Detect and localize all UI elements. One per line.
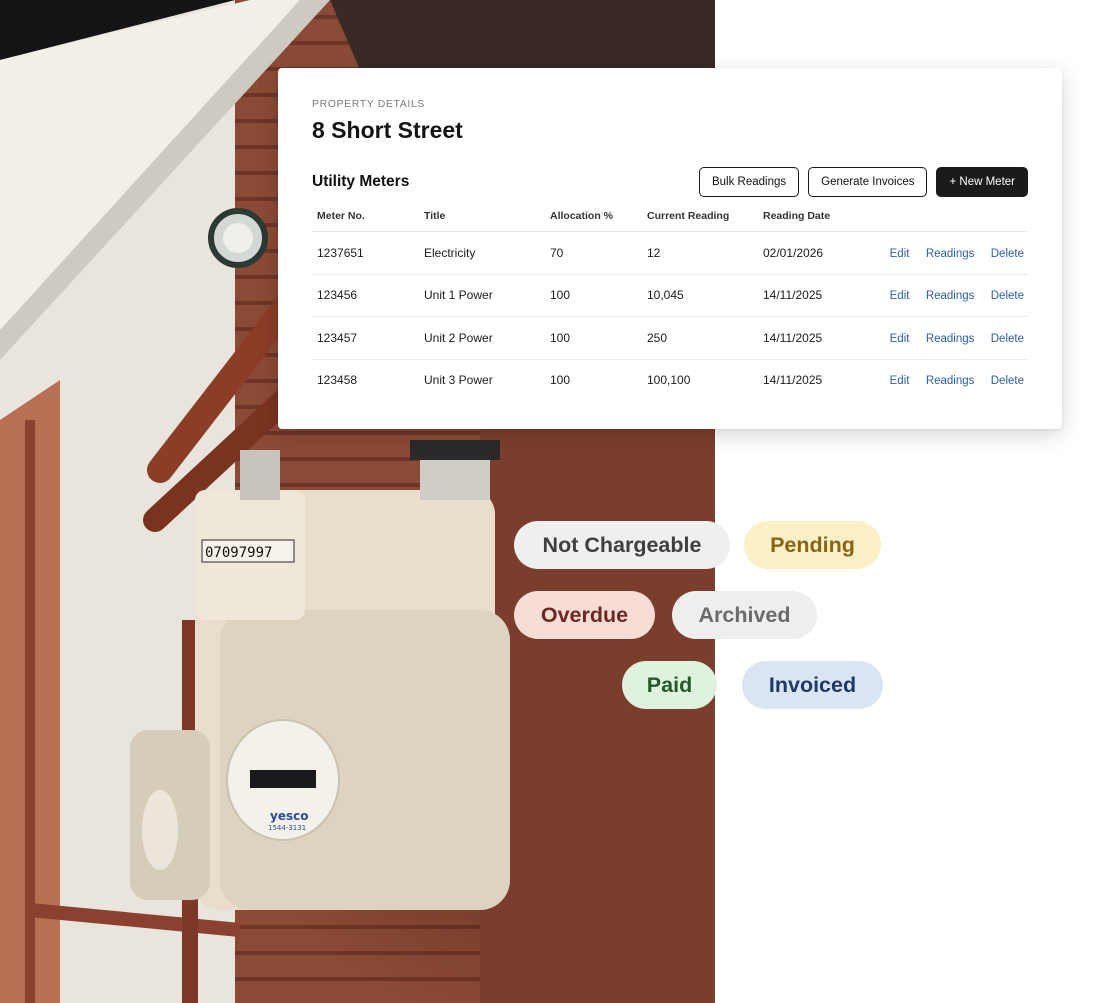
- col-actions: [858, 210, 1028, 232]
- status-badge-archived: Archived: [672, 591, 817, 639]
- col-current-reading: Current Reading: [642, 210, 758, 232]
- reading-cell: 12: [642, 231, 758, 275]
- readings-link[interactable]: Readings: [926, 375, 975, 387]
- status-badge-pending: Pending: [744, 521, 881, 569]
- col-meter-no: Meter No.: [312, 210, 419, 232]
- reading-cell: 250: [642, 316, 758, 360]
- title-cell: Unit 3 Power: [424, 373, 493, 388]
- allocation-cell: 100: [550, 373, 571, 388]
- edit-link[interactable]: Edit: [890, 248, 910, 260]
- date-cell: 14/11/2025: [758, 274, 858, 317]
- reading-cell: 10,045: [642, 274, 758, 317]
- readings-link[interactable]: Readings: [926, 333, 975, 345]
- readings-link[interactable]: Readings: [926, 248, 975, 260]
- property-title: 8 Short Street: [312, 117, 463, 143]
- reading-cell: 100,100: [647, 373, 691, 388]
- table-row: 123457 Unit 2 Power 100 250 14/11/2025 E…: [312, 316, 1028, 360]
- status-badge-invoiced: Invoiced: [742, 661, 883, 709]
- date-cell: 02/01/2026: [758, 231, 858, 275]
- meter-no-cell: 1237651: [312, 231, 419, 275]
- status-badge-paid: Paid: [622, 661, 717, 709]
- meter-no-cell: 123456: [312, 274, 419, 317]
- table-row: 123458 Unit 3 Power 100 100,100 14/11/20…: [312, 359, 1028, 401]
- allocation-cell: 100: [545, 274, 642, 317]
- edit-link[interactable]: Edit: [890, 290, 910, 302]
- col-allocation: Allocation %: [545, 210, 642, 232]
- bulk-readings-button[interactable]: Bulk Readings: [698, 167, 800, 197]
- title-cell: Unit 2 Power: [419, 316, 545, 360]
- allocation-cell: 100: [545, 316, 642, 360]
- title-cell: Unit 1 Power: [419, 274, 545, 317]
- meter-no-cell: 123457: [312, 316, 419, 360]
- row-actions: Edit Readings Delete: [858, 231, 1028, 275]
- generate-invoices-button[interactable]: Generate Invoices: [808, 167, 928, 197]
- utility-meters-title: Utility Meters: [312, 173, 410, 190]
- edit-link[interactable]: Edit: [890, 333, 910, 345]
- table-row: 1237651 Electricity 70 12 02/01/2026 Edi…: [312, 231, 1028, 275]
- col-title: Title: [419, 210, 545, 232]
- new-meter-button[interactable]: + New Meter: [936, 167, 1028, 197]
- table-row: 123456 Unit 1 Power 100 10,045 14/11/202…: [312, 274, 1028, 317]
- title-cell: Electricity: [419, 231, 545, 275]
- edit-link[interactable]: Edit: [890, 375, 910, 387]
- status-badge-overdue: Overdue: [514, 591, 655, 639]
- meter-phone: 1544-3131: [268, 824, 306, 832]
- row-actions: Edit Readings Delete: [858, 359, 1028, 401]
- meter-counter: 07097997: [205, 545, 272, 561]
- meter-actions: Bulk Readings Generate Invoices + New Me…: [698, 167, 1028, 197]
- delete-link[interactable]: Delete: [991, 375, 1024, 387]
- property-details-label: PROPERTY DETAILS: [312, 98, 425, 110]
- row-actions: Edit Readings Delete: [858, 274, 1028, 317]
- allocation-cell: 70: [545, 231, 642, 275]
- row-actions: Edit Readings Delete: [858, 316, 1028, 360]
- delete-link[interactable]: Delete: [991, 333, 1024, 345]
- delete-link[interactable]: Delete: [991, 290, 1024, 302]
- property-meters-card: PROPERTY DETAILS 8 Short Street Utility …: [278, 68, 1062, 429]
- meter-no-cell: 123458: [317, 373, 358, 388]
- date-cell: 14/11/2025: [763, 373, 823, 388]
- utility-meters-header: Utility Meters Bulk Readings Generate In…: [312, 167, 1028, 197]
- status-badge-not-chargeable: Not Chargeable: [514, 521, 730, 569]
- readings-link[interactable]: Readings: [926, 290, 975, 302]
- col-reading-date: Reading Date: [758, 210, 858, 232]
- delete-link[interactable]: Delete: [991, 248, 1024, 260]
- meter-brand: yesco: [270, 809, 308, 823]
- date-cell: 14/11/2025: [758, 316, 858, 360]
- table-header-row: Meter No. Title Allocation % Current Rea…: [312, 210, 1028, 232]
- meters-table: Meter No. Title Allocation % Current Rea…: [312, 210, 1028, 401]
